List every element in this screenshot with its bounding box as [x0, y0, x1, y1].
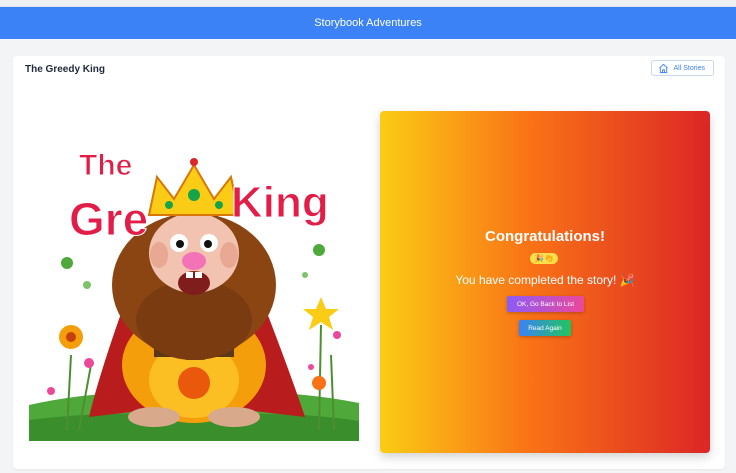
story-title: The Greedy King	[25, 64, 106, 75]
home-icon	[659, 63, 669, 73]
cover-title-the: The	[79, 149, 132, 182]
celebration-emoji: 🎉👏	[530, 253, 558, 264]
story-card: The Greedy King All Stories The Gre King…	[13, 56, 725, 469]
cover-title-king: King	[231, 178, 329, 227]
read-again-button[interactable]: Read Again	[519, 320, 571, 336]
back-to-list-button[interactable]: OK, Go Back to List	[507, 296, 584, 312]
completion-panel: Congratulations! 🎉👏 You have completed t…	[380, 111, 710, 453]
app-title: Storybook Adventures	[314, 17, 422, 29]
all-stories-label: All Stories	[673, 64, 705, 72]
congratulations-heading: Congratulations!	[485, 228, 605, 245]
all-stories-button[interactable]: All Stories	[651, 60, 714, 76]
app-header: Storybook Adventures	[0, 7, 736, 39]
cover-title-gre: Gre	[69, 193, 148, 245]
top-strip	[0, 0, 736, 7]
completion-message: You have completed the story! 🎉	[455, 273, 635, 287]
story-cover-illustration: The Gre King	[29, 125, 359, 441]
